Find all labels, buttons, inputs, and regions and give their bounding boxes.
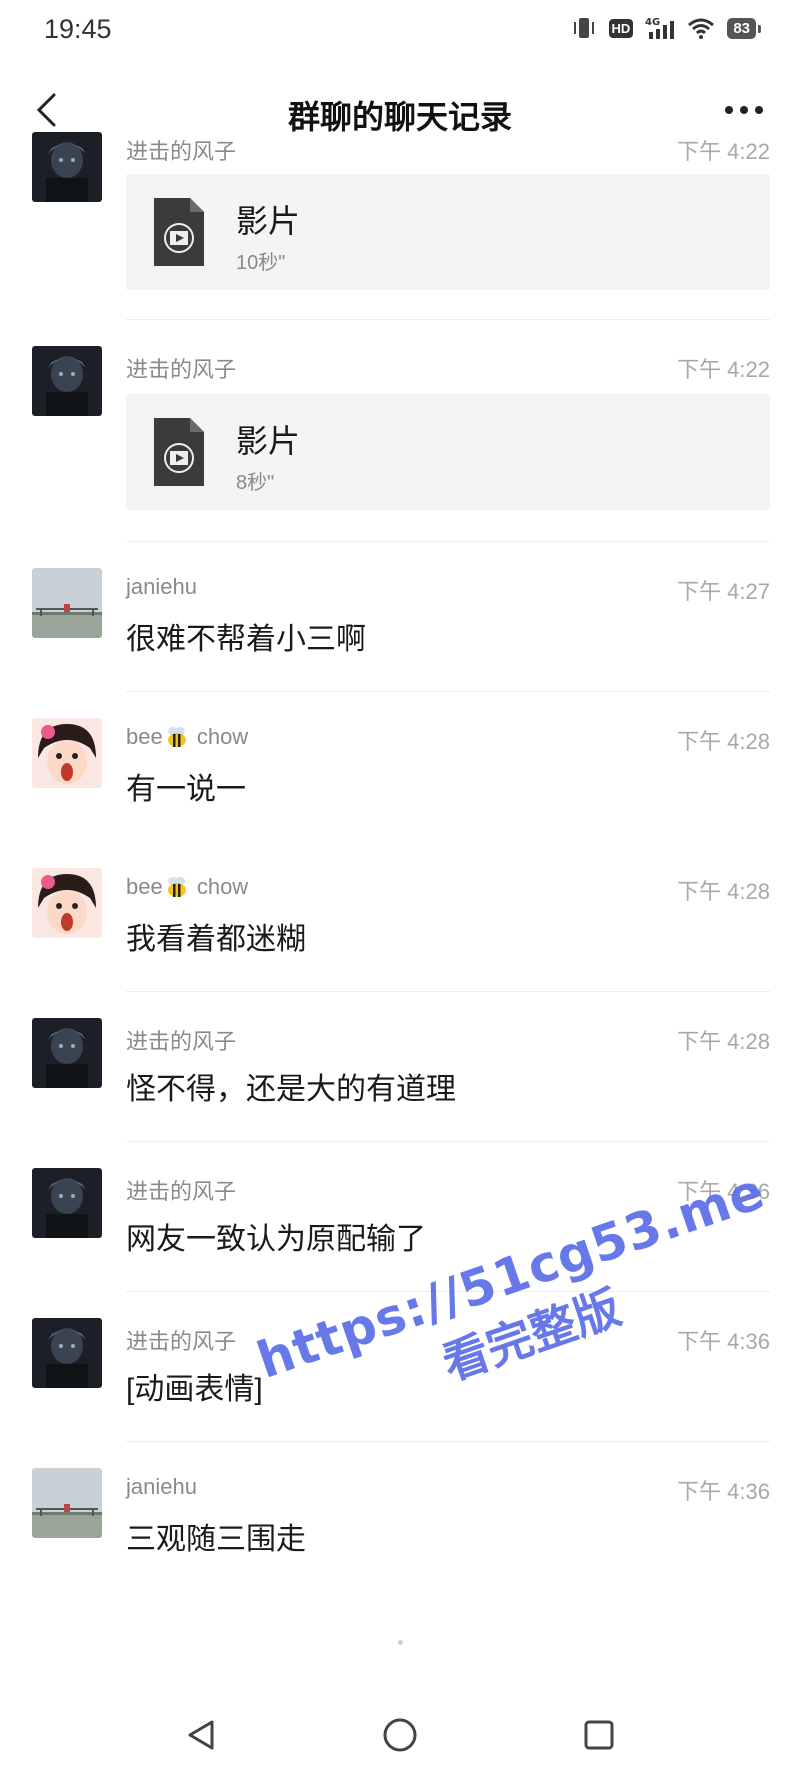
nav-home-button[interactable]	[365, 1700, 435, 1770]
message-text: 有一说一	[126, 773, 246, 806]
file-duration: 10秒"	[236, 252, 286, 274]
message-time: 下午 4:28	[677, 879, 770, 904]
message-text: 三观随三围走	[126, 1523, 306, 1556]
message-item[interactable]: 进击的风子 下午 4:28 怪不得，还是大的有道理	[0, 992, 800, 1142]
message-text: 我看着都迷糊	[126, 923, 306, 956]
more-dots-icon	[725, 106, 763, 114]
sender-name: bee chow	[126, 874, 248, 900]
video-file-icon	[152, 196, 206, 273]
message-item[interactable]: bee chow 下午 4:28 我看着都迷糊	[0, 842, 800, 992]
video-file-icon	[152, 416, 206, 493]
sender-name-suffix: chow	[190, 724, 249, 749]
message-text: 网友一致认为原配输了	[126, 1223, 426, 1256]
circle-home-icon	[383, 1718, 417, 1752]
avatar-dark-figure[interactable]	[32, 1168, 102, 1238]
sender-name: janiehu	[126, 1474, 197, 1499]
avatar-cartoon-girl[interactable]	[32, 868, 102, 938]
sender-name-prefix: bee	[126, 724, 163, 749]
message-time: 下午 4:36	[677, 1179, 770, 1204]
message-item[interactable]: janiehu 下午 4:36 三观随三围走	[0, 1442, 800, 1592]
avatar-dark-figure[interactable]	[32, 346, 102, 416]
sender-name: 进击的风子	[126, 1029, 237, 1054]
nav-recents-button[interactable]	[564, 1700, 634, 1770]
message-item[interactable]: 进击的风子 下午 4:36 [动画表情]	[0, 1292, 800, 1442]
vibrate-icon	[571, 17, 597, 39]
message-item[interactable]: 进击的风子 下午 4:22 影片 10秒"	[0, 130, 800, 320]
message-item[interactable]: 进击的风子 下午 4:22 影片 8秒"	[0, 320, 800, 542]
sender-name-prefix: bee	[126, 874, 163, 899]
hd-badge: HD	[608, 18, 634, 38]
message-list: 进击的风子 下午 4:22 影片 10秒" 进击的风子 下午 4:22 影片 8…	[0, 132, 800, 1592]
file-title: 影片	[236, 423, 301, 459]
wifi-icon	[687, 17, 715, 39]
sender-name: bee chow	[126, 724, 248, 750]
sender-name: 进击的风子	[126, 139, 237, 164]
battery-indicator: 83	[727, 17, 761, 39]
file-duration: 8秒"	[236, 472, 275, 494]
message-time: 下午 4:27	[677, 579, 770, 604]
bee-icon	[167, 877, 186, 897]
network-type: 4G	[645, 17, 660, 28]
avatar-dark-figure[interactable]	[32, 1318, 102, 1388]
message-text: 怪不得，还是大的有道理	[126, 1073, 456, 1106]
avatar-dark-figure[interactable]	[32, 1018, 102, 1088]
message-item[interactable]: bee chow 下午 4:28 有一说一	[0, 692, 800, 842]
avatar-dark-figure[interactable]	[32, 132, 102, 202]
nav-back-button[interactable]	[166, 1700, 236, 1770]
square-recents-icon	[584, 1720, 614, 1750]
sender-name: janiehu	[126, 574, 197, 599]
scroll-indicator	[398, 1640, 403, 1645]
status-time: 19:45	[44, 14, 112, 44]
avatar-cartoon-girl[interactable]	[32, 718, 102, 788]
message-time: 下午 4:28	[677, 1029, 770, 1054]
system-nav-bar	[0, 1700, 800, 1784]
message-time: 下午 4:28	[677, 729, 770, 754]
status-bar: 19:45 HD 4G 83	[0, 0, 800, 60]
avatar-landscape[interactable]	[32, 568, 102, 638]
signal-icon: 4G	[645, 16, 675, 40]
sender-name: 进击的风子	[126, 1329, 237, 1354]
message-time: 下午 4:36	[677, 1329, 770, 1354]
message-time: 下午 4:22	[677, 357, 770, 382]
message-text: [动画表情]	[126, 1373, 263, 1406]
message-item[interactable]: 进击的风子 下午 4:36 网友一致认为原配输了	[0, 1142, 800, 1292]
sender-name-suffix: chow	[190, 874, 249, 899]
video-file-card[interactable]: 影片 8秒"	[126, 394, 770, 510]
avatar-landscape[interactable]	[32, 1468, 102, 1538]
file-title: 影片	[236, 203, 301, 239]
sender-name: 进击的风子	[126, 357, 237, 382]
message-text: 很难不帮着小三啊	[126, 623, 366, 656]
message-time: 下午 4:22	[677, 139, 770, 164]
sender-name: 进击的风子	[126, 1179, 237, 1204]
message-item[interactable]: janiehu 下午 4:27 很难不帮着小三啊	[0, 542, 800, 692]
more-options-button[interactable]	[716, 88, 772, 132]
status-icons: HD 4G 83	[571, 16, 761, 40]
triangle-back-icon	[188, 1720, 214, 1750]
video-file-card[interactable]: 影片 10秒"	[126, 174, 770, 290]
message-time: 下午 4:36	[677, 1479, 770, 1504]
bee-icon	[167, 727, 186, 747]
